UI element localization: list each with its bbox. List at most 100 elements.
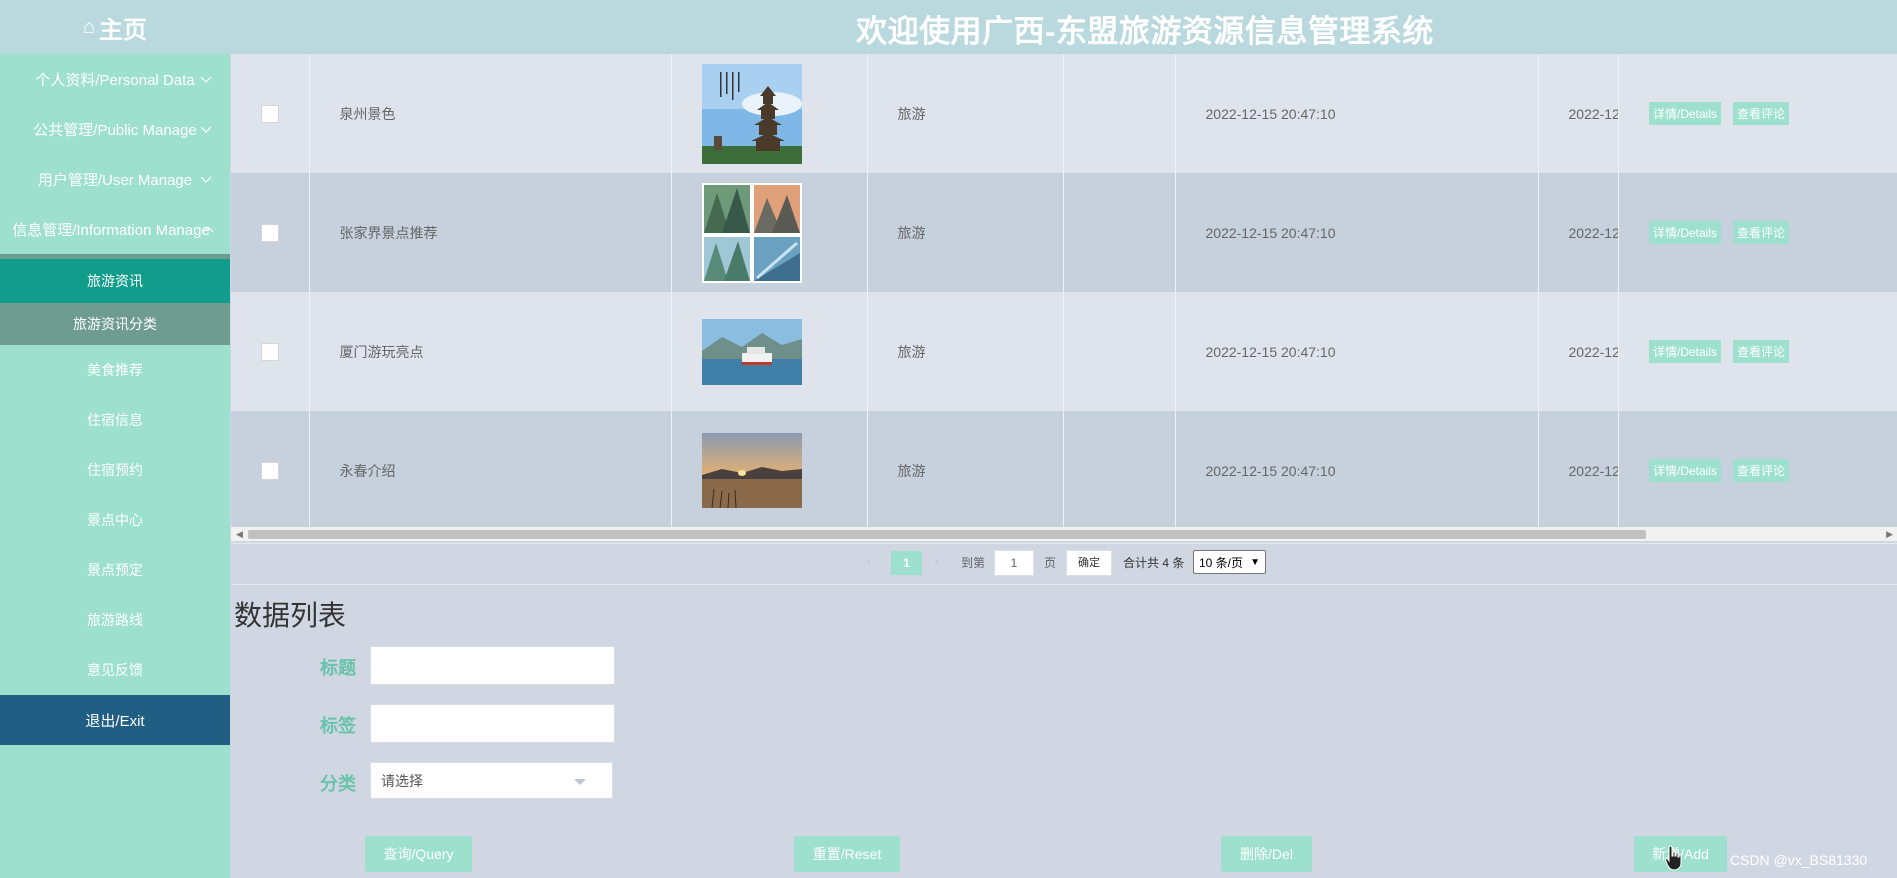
action-cell: 详情/Details 查看评论 [1619,411,1897,530]
view-comments-button[interactable]: 查看评论 [1733,102,1790,125]
menu-user-manage[interactable]: 用户管理/User Manage [0,154,230,204]
category-select[interactable]: 请选择 [370,762,613,799]
delete-button[interactable]: 删除/Del [1221,836,1312,872]
goto-confirm-button[interactable]: 确定 [1066,550,1112,576]
action-cell: 详情/Details 查看评论 [1619,54,1897,173]
menu-public-manage[interactable]: 公共管理/Public Manage [0,104,230,154]
row-title: 泉州景色 [309,54,672,173]
prev-page-button[interactable]: ‹ [867,554,871,568]
pagoda-photo [701,63,802,164]
subitem-lodging-info[interactable]: 住宿信息 [0,395,230,445]
row-time: 2022-12-15 20:47:10 [1175,54,1539,173]
menu-personal-data[interactable]: 个人资料/Personal Data [0,54,230,104]
page-number[interactable]: 1 [891,551,922,575]
page-size-value: 10 条/页 [1199,556,1244,570]
row-tag: 旅游 [867,411,1064,527]
total-count: 合计共 4 条 [1123,556,1185,570]
row-tag: 旅游 [867,54,1064,173]
subitem-label: 旅游资讯 [87,273,143,289]
row-checkbox[interactable] [261,461,279,480]
row-tag: 旅游 [867,173,1064,292]
row-time: 2022-12-15 20:47:10 [1175,411,1539,527]
goto-page-input[interactable]: 1 [994,550,1034,576]
subitem-lodging-booking[interactable]: 住宿预约 [0,445,230,495]
hand-cursor-icon [1664,845,1682,871]
page-size-select[interactable]: 10 条/页 ▼ [1193,550,1266,574]
subitem-label: 景点中心 [87,512,143,528]
row-category [1063,292,1176,411]
menu-label: 个人资料/Personal Data [35,71,195,89]
subitem-label: 旅游路线 [87,612,143,628]
chevron-down-icon [200,176,212,183]
scroll-right-icon[interactable]: ▶ [1886,529,1893,540]
tag-input[interactable] [370,704,615,743]
subitem-label: 美食推荐 [87,362,143,378]
title-input[interactable] [370,646,615,685]
subitem-feedback[interactable]: 意见反馈 [0,645,230,695]
row-time: 2022-12-15 20:47:10 [1175,292,1539,411]
subitem-travel-news-category[interactable]: 旅游资讯分类 [0,303,230,345]
category-label: 分类 [320,774,356,794]
chevron-down-icon: ▼ [1250,557,1260,568]
details-button[interactable]: 详情/Details [1649,221,1722,244]
menu-label: 用户管理/User Manage [37,171,193,189]
goto-label: 到第 [961,556,986,570]
subitem-food[interactable]: 美食推荐 [0,345,230,395]
row-checkbox[interactable] [261,342,279,361]
row-category [1063,173,1176,292]
view-comments-button[interactable]: 查看评论 [1733,340,1790,363]
details-button[interactable]: 详情/Details [1649,459,1722,482]
pagination: ‹ 1 › 到第 1 页 确定 合计共 4 条 10 条/页 ▼ [231,543,1897,585]
row-title: 厦门游玩亮点 [309,292,672,411]
exit-button[interactable]: 退出/Exit [0,695,230,745]
details-button[interactable]: 详情/Details [1649,340,1722,363]
category-placeholder: 请选择 [381,773,423,789]
subitem-travel-news[interactable]: 旅游资讯 [0,259,230,303]
subitem-label: 旅游资讯分类 [73,316,157,332]
row-checkbox[interactable] [261,104,279,123]
scroll-left-icon[interactable]: ◀ [236,529,243,540]
scrollbar-thumb[interactable] [248,530,1646,539]
tag-label: 标签 [320,716,356,736]
app-title: 欢迎使用广西-东盟旅游资源信息管理系统 [856,14,1434,49]
action-column: 详情/Details 查看评论 详情/Details 查看评论 详情/Detai… [1618,54,1897,530]
next-page-button[interactable]: › [934,554,938,568]
row-title: 永春介绍 [309,411,672,527]
chevron-down-icon [574,779,586,785]
mountain-collage-photo [701,182,802,283]
row-time: 2022-12-15 20:47:10 [1175,173,1539,292]
chevron-down-icon [200,126,212,133]
subitem-travel-routes[interactable]: 旅游路线 [0,595,230,645]
view-comments-button[interactable]: 查看评论 [1733,221,1790,244]
subitem-label: 住宿信息 [87,412,143,428]
ferry-photo [701,318,802,385]
menu-label: 公共管理/Public Manage [33,121,197,139]
row-tag: 旅游 [867,292,1064,411]
watermark: CSDN @vx_BS81330 [1730,852,1868,868]
reset-button[interactable]: 重置/Reset [794,836,900,872]
row-checkbox[interactable] [261,223,279,242]
title-label: 标题 [320,658,356,678]
top-header: ⌂ 主页 欢迎使用广西-东盟旅游资源信息管理系统 [0,0,1897,54]
subitem-label: 住宿预约 [87,462,143,478]
chevron-up-icon [202,226,214,233]
horizontal-scrollbar[interactable]: ◀ ▶ [231,527,1897,541]
section-title: 数据列表 [234,600,347,631]
sidebar: 个人资料/Personal Data 公共管理/Public Manage 用户… [0,54,230,878]
row-category [1063,54,1176,173]
query-button[interactable]: 查询/Query [365,836,472,872]
view-comments-button[interactable]: 查看评论 [1733,459,1790,482]
subitem-label: 意见反馈 [87,662,143,678]
subitem-label: 景点预定 [87,562,143,578]
subitem-scenic-center[interactable]: 景点中心 [0,495,230,545]
subitem-scenic-booking[interactable]: 景点预定 [0,545,230,595]
action-cell: 详情/Details 查看评论 [1619,292,1897,411]
action-cell: 详情/Details 查看评论 [1619,173,1897,292]
page-unit-label: 页 [1044,556,1057,570]
exit-label: 退出/Exit [85,712,145,730]
row-category [1063,411,1176,527]
menu-information-manage[interactable]: 信息管理/Information Manage [0,204,230,254]
sunset-lake-photo [701,433,802,508]
details-button[interactable]: 详情/Details [1649,102,1722,125]
menu-label: 信息管理/Information Manage [12,221,210,239]
